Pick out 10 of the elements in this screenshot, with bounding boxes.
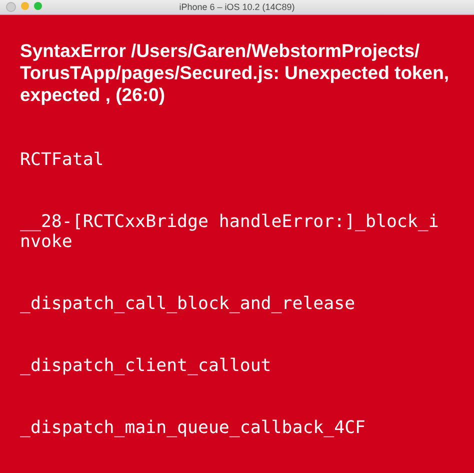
stack-frame: _dispatch_call_block_and_release [20,294,448,314]
error-message: SyntaxError /Users/Garen/WebstormProjects/TorusTApp/pages/Secured.js: Unexpected token, expected , (26:0) [20,40,450,106]
zoom-button[interactable] [34,2,42,10]
stack-frame: _dispatch_main_queue_callback_4CF [20,418,448,438]
close-button[interactable] [6,2,16,12]
stack-frame: RCTFatal [20,150,448,170]
window-title: iPhone 6 – iOS 10.2 (14C89) [179,2,295,12]
stack-frame: _dispatch_client_callout [20,356,448,376]
stack-frame: __28-[RCTCxxBridge handleError:]_block_invoke [20,212,448,252]
minimize-button[interactable] [21,2,29,10]
